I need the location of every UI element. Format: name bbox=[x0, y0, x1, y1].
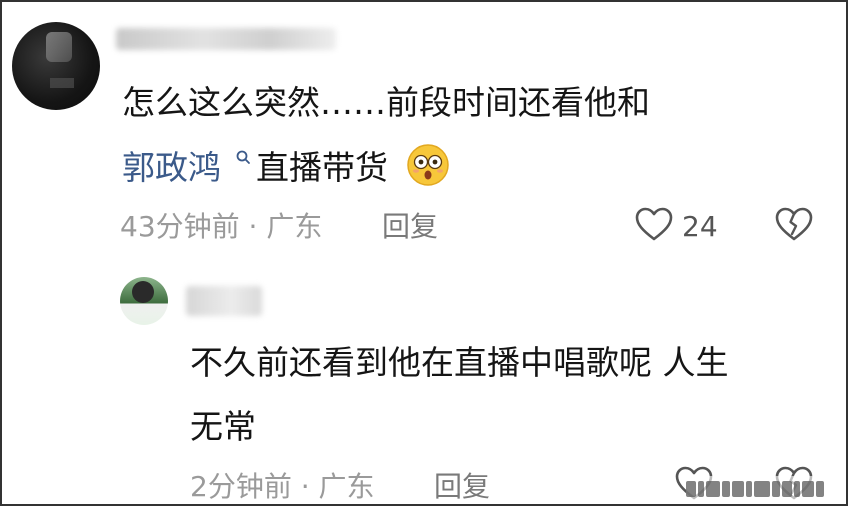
replier-name-blurred[interactable] bbox=[186, 286, 262, 316]
heart-icon[interactable] bbox=[634, 205, 674, 245]
commenter-avatar[interactable] bbox=[12, 22, 100, 110]
comment-text-line1: 怎么这么突然……前段时间还看他和 bbox=[122, 83, 650, 122]
like-count: 24 bbox=[682, 210, 718, 243]
broken-heart-icon[interactable] bbox=[774, 205, 814, 245]
reply-text-line2: 无常 bbox=[190, 407, 256, 446]
comment-thread: 怎么这么突然……前段时间还看他和 郭政鸿 直播带货 43分钟前 · 广东 回复 … bbox=[0, 0, 848, 506]
comment-time-location: 43分钟前 · 广东 bbox=[120, 210, 323, 243]
comment-text-line2: 直播带货 bbox=[256, 148, 388, 187]
reply-time-location: 2分钟前 · 广东 bbox=[190, 470, 375, 503]
flushed-face-icon bbox=[407, 144, 449, 186]
search-icon[interactable] bbox=[235, 149, 251, 165]
replier-avatar[interactable] bbox=[120, 277, 168, 325]
reply-text-line1: 不久前还看到他在直播中唱歌呢 人生 bbox=[190, 343, 729, 382]
reply-button[interactable]: 回复 bbox=[382, 210, 438, 244]
reply-to-reply-button[interactable]: 回复 bbox=[434, 470, 490, 504]
commenter-name-blurred[interactable] bbox=[116, 28, 336, 50]
mention-link[interactable]: 郭政鸿 bbox=[122, 147, 221, 189]
watermark-logo bbox=[686, 476, 838, 502]
